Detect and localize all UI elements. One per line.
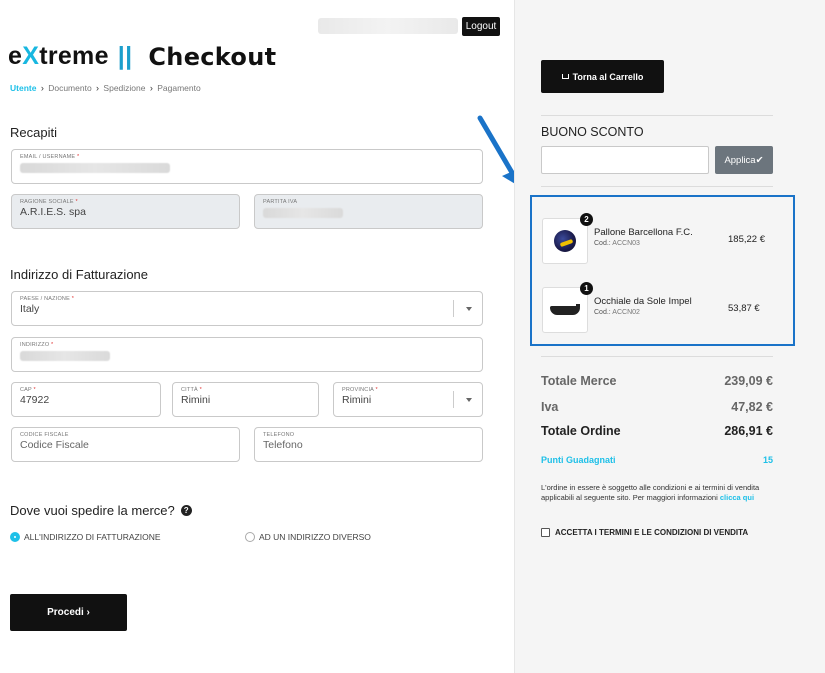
product-image [542, 287, 588, 333]
goods-total-row: Totale Merce 239,09 € [541, 374, 773, 388]
coupon-title: BUONO SCONTO [541, 125, 644, 139]
divider [541, 356, 773, 357]
cart-item[interactable]: 1 Occhiale da Sole Impel Cod.: ACCN02 53… [542, 282, 792, 333]
vat-row: Iva 47,82 € [541, 400, 773, 414]
checkout-heading: Checkout [148, 42, 277, 71]
email-value-redacted [20, 163, 170, 173]
zip-field[interactable]: CAP * 47922 [11, 382, 161, 417]
proceed-button[interactable]: Procedi › [10, 594, 127, 631]
breadcrumb: Utente › Documento › Spedizione › Pagame… [10, 83, 201, 93]
order-total-value: 286,91 € [724, 424, 773, 438]
cart-item[interactable]: 2 Pallone Barcellona F.C. Cod.: ACCN03 1… [542, 213, 792, 264]
chevron-right-icon: › [96, 83, 100, 93]
breadcrumb-pagamento[interactable]: Pagamento [157, 83, 200, 93]
sunglasses-icon [550, 304, 580, 316]
points-value: 15 [762, 455, 773, 465]
chevron-down-icon [466, 306, 472, 311]
country-value: Italy [20, 303, 40, 315]
product-code: Cod.: ACCN02 [594, 309, 640, 316]
vat-value: 47,82 € [731, 400, 773, 414]
zip-value: 47922 [20, 394, 50, 406]
product-name: Pallone Barcellona F.C. [594, 227, 693, 238]
product-price: 53,87 € [728, 303, 760, 314]
logout-button[interactable]: Logout [462, 17, 500, 36]
phone-placeholder: Telefono [263, 439, 303, 451]
vat-number-field[interactable]: PARTITA IVA [254, 194, 483, 229]
points-row: Punti Guadagnati 15 [541, 455, 773, 465]
chevron-right-icon: › [149, 83, 153, 93]
breadcrumb-documento[interactable]: Documento [48, 83, 91, 93]
email-field[interactable]: EMAIL / USERNAME * [11, 149, 483, 184]
city-value: Rimini [181, 394, 211, 406]
divider [541, 115, 773, 116]
chevron-down-icon [466, 397, 472, 402]
radio-selected-icon[interactable] [10, 532, 20, 542]
chevron-right-icon: › [40, 83, 44, 93]
breadcrumb-spedizione[interactable]: Spedizione [103, 83, 145, 93]
vat-value-redacted [263, 208, 343, 218]
quantity-badge: 2 [580, 213, 593, 226]
ship-to-billing-radio[interactable]: ALL'INDIRIZZO DI FATTURAZIONE [10, 532, 161, 542]
product-name: Occhiale da Sole Impel [594, 296, 692, 307]
quantity-badge: 1 [580, 282, 593, 295]
breadcrumb-utente[interactable]: Utente [10, 83, 36, 93]
company-name-field[interactable]: RAGIONE SOCIALE * A.R.I.E.S. spa [11, 194, 240, 229]
back-to-cart-button[interactable]: Torna al Carrello [541, 60, 664, 93]
question-circle-icon[interactable]: ? [180, 505, 192, 516]
tax-code-placeholder: Codice Fiscale [20, 439, 89, 451]
company-name-value: A.R.I.E.S. spa [20, 206, 86, 218]
order-total-row: Totale Ordine 286,91 € [541, 424, 773, 438]
terms-link[interactable]: clicca qui [720, 493, 754, 502]
goods-total-value: 239,09 € [724, 374, 773, 388]
product-code: Cod.: ACCN03 [594, 240, 640, 247]
coupon-input[interactable] [541, 146, 709, 174]
country-select[interactable]: PAESE / NAZIONE * Italy [11, 291, 483, 326]
username-display [318, 18, 458, 34]
city-field[interactable]: CITTÀ * Rimini [172, 382, 319, 417]
cart-items-highlight: 2 Pallone Barcellona F.C. Cod.: ACCN03 1… [530, 195, 795, 346]
tax-code-field[interactable]: CODICE FISCALE Codice Fiscale [11, 427, 240, 462]
address-value-redacted [20, 351, 110, 361]
order-summary-panel: Torna al Carrello BUONO SCONTO Applica✔ … [514, 0, 825, 673]
checkbox-icon[interactable] [541, 528, 550, 537]
divider [541, 186, 773, 187]
section-title-billing: Indirizzo di Fatturazione [10, 267, 149, 282]
checkout-form-column: Logout eXtreme || Checkout Utente › Docu… [0, 0, 514, 673]
radio-unselected-icon[interactable] [245, 532, 255, 542]
accept-terms-checkbox[interactable]: ACCETTA I TERMINI E LE CONDIZIONI DI VEN… [541, 528, 748, 537]
product-image [542, 218, 588, 264]
brand-separator: || [117, 42, 133, 70]
phone-field[interactable]: TELEFONO Telefono [254, 427, 483, 462]
brand-logo: eXtreme [8, 42, 109, 70]
section-title-contacts: Recapiti [10, 125, 57, 140]
cart-icon [561, 74, 569, 79]
address-field[interactable]: INDIRIZZO * [11, 337, 483, 372]
shipping-question: Dove vuoi spedire la merce? ? [10, 503, 192, 518]
province-select[interactable]: PROVINCIA * Rimini [333, 382, 483, 417]
province-value: Rimini [342, 394, 372, 406]
football-icon [554, 230, 576, 252]
product-price: 185,22 € [728, 234, 765, 245]
page-title: eXtreme || Checkout [8, 42, 276, 71]
ship-to-other-address-radio[interactable]: AD UN INDIRIZZO DIVERSO [245, 532, 371, 542]
apply-coupon-button[interactable]: Applica✔ [715, 146, 773, 174]
terms-notice: L'ordine in essere è soggetto alle condi… [541, 483, 760, 502]
